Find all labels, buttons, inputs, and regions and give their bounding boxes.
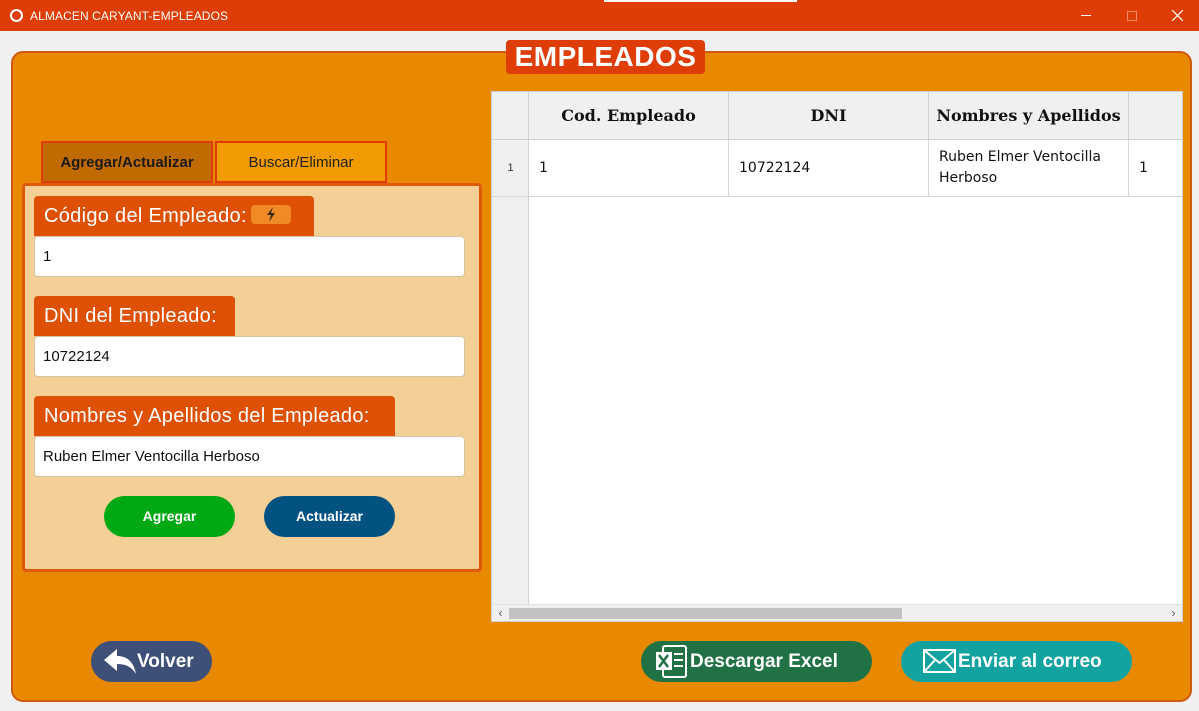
scroll-right-icon[interactable]: › [1165,606,1182,621]
envelope-icon [923,649,956,673]
tab-buscar-eliminar[interactable]: Buscar/Eliminar [215,141,387,183]
back-arrow-icon [104,649,136,674]
title-highlight [604,0,797,2]
code-label: Código del Empleado: [44,205,247,227]
back-button[interactable]: Volver [91,641,212,682]
excel-button[interactable]: Descargar Excel [641,641,872,682]
add-button[interactable]: Agregar [104,496,235,537]
column-header-name[interactable]: Nombres y Apellidos [929,92,1129,140]
code-label-box: Código del Empleado: [34,196,314,236]
name-field[interactable]: Ruben Elmer Ventocilla Herboso [34,436,465,477]
window-title: ALMACEN CARYANT-EMPLEADOS [30,9,229,23]
mail-label: Enviar al correo [958,651,1102,672]
excel-icon [656,645,687,678]
corner-header[interactable] [492,92,529,140]
title-bar: ALMACEN CARYANT-EMPLEADOS [0,0,1199,31]
minimize-icon [1081,15,1091,16]
name-label: Nombres y Apellidos del Empleado: [34,396,395,436]
tab-agregar-actualizar[interactable]: Agregar/Actualizar [41,141,213,183]
lightning-icon [266,207,275,223]
minimize-button[interactable] [1063,0,1109,31]
column-header-code[interactable]: Cod. Empleado [529,92,729,140]
horizontal-scrollbar[interactable]: ‹ › [492,604,1182,621]
close-button[interactable] [1154,0,1199,31]
page-title: EMPLEADOS [506,40,705,74]
dni-field[interactable]: 10722124 [34,336,465,377]
code-field[interactable]: 1 [34,236,465,277]
table-cell-name[interactable]: Ruben Elmer Ventocilla Herboso [929,140,1129,197]
scroll-left-icon[interactable]: ‹ [492,606,509,621]
scrollbar-thumb[interactable] [509,608,902,619]
table-cell-extra[interactable]: 1 [1129,140,1182,197]
table-cell-dni[interactable]: 10722124 [729,140,929,197]
table-cell-code[interactable]: 1 [529,140,729,197]
column-header-dni[interactable]: DNI [729,92,929,140]
dni-label: DNI del Empleado: [34,296,235,336]
column-header-extra[interactable] [1129,92,1182,140]
row-number[interactable]: 1 [492,140,529,197]
close-icon [1171,10,1183,21]
update-button[interactable]: Actualizar [264,496,395,537]
app-icon [10,9,23,22]
excel-label: Descargar Excel [690,651,838,672]
employees-table[interactable]: Cod. Empleado DNI Nombres y Apellidos 1 … [491,91,1183,622]
mail-button[interactable]: Enviar al correo [901,641,1132,682]
maximize-icon [1127,10,1137,21]
generate-code-button[interactable] [250,205,291,225]
back-label: Volver [137,651,194,672]
maximize-button[interactable] [1109,0,1155,31]
